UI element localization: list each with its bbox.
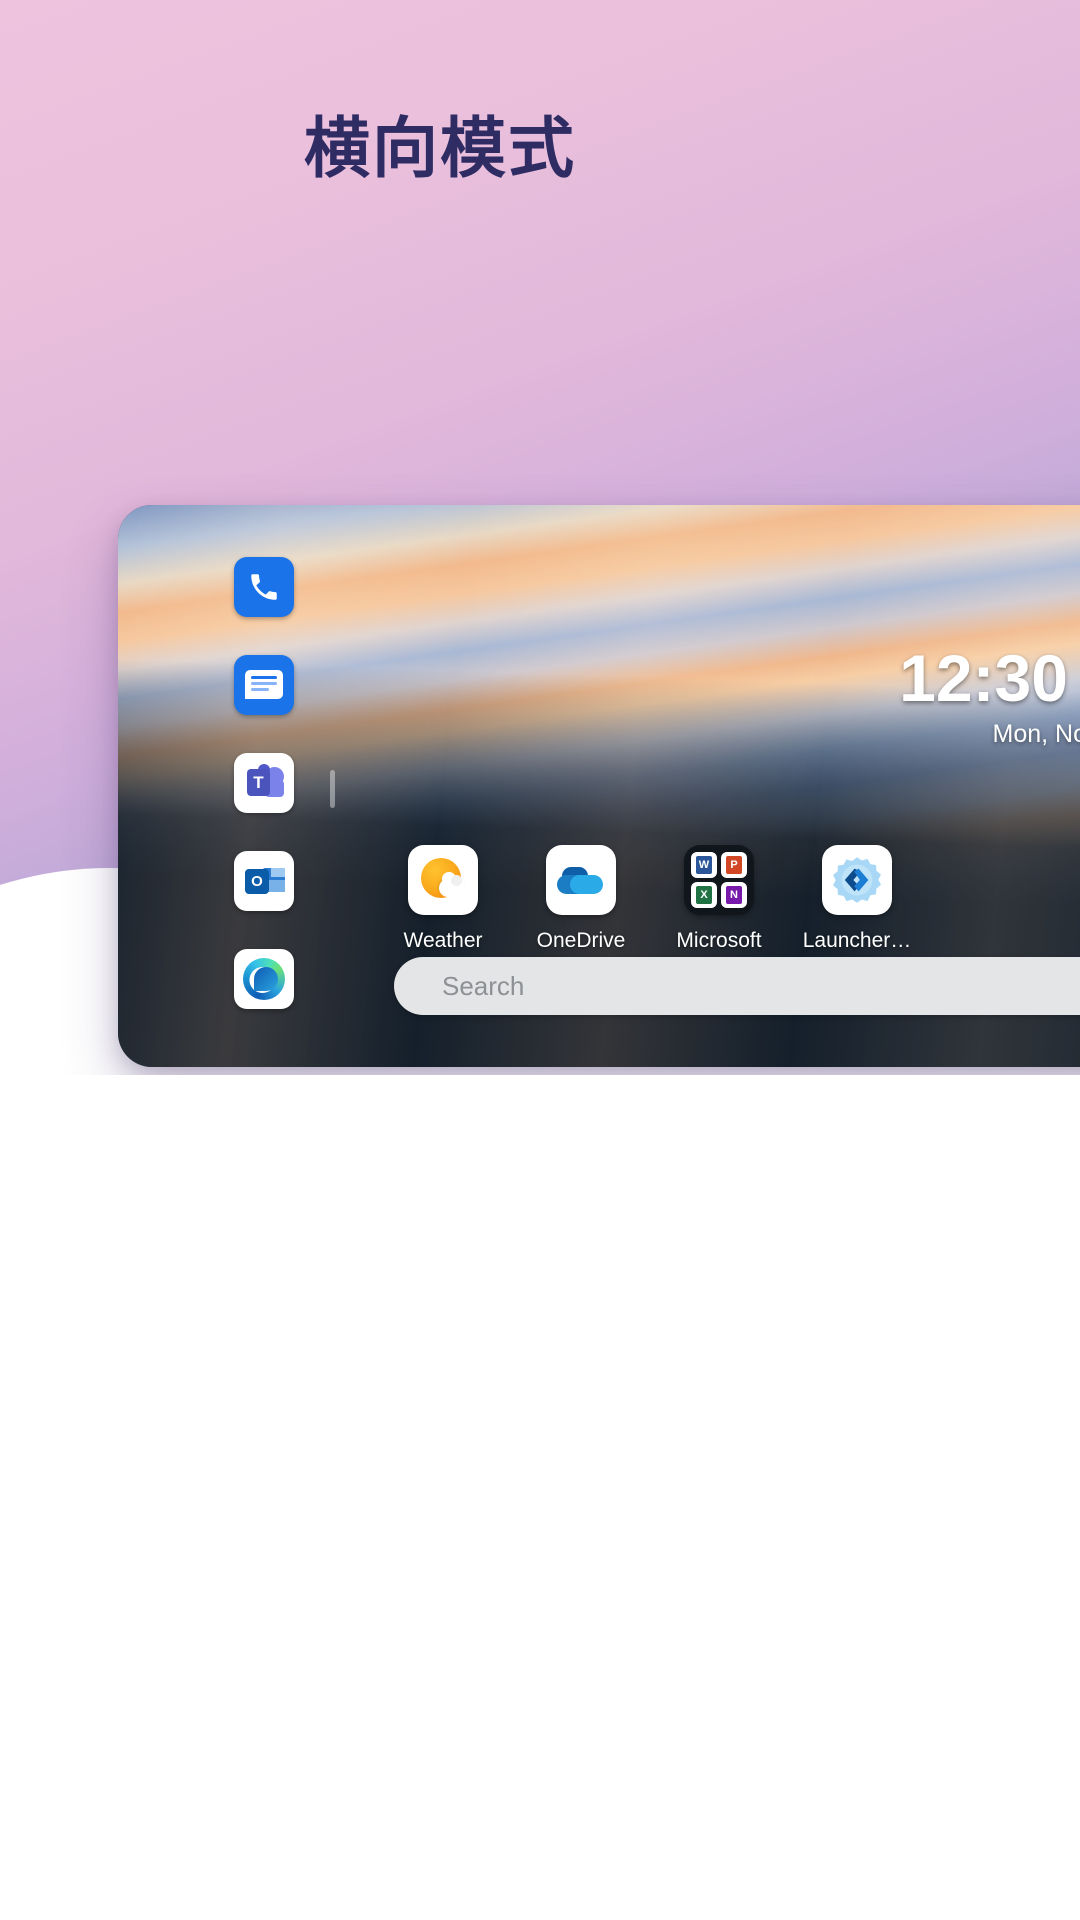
excel-icon: X: [691, 882, 717, 908]
search-placeholder: Search: [442, 970, 525, 1001]
page-title: 横向模式: [304, 111, 576, 185]
app-label: Weather: [403, 929, 483, 952]
clock-weather-widget[interactable]: 12:30 · 7: [618, 645, 1080, 749]
onenote-icon: N: [721, 882, 747, 908]
page-indicator[interactable]: [330, 770, 335, 808]
app-label: Launcher…: [802, 929, 912, 952]
app-dock: T O: [234, 557, 294, 1009]
device-screen: T O 12:30 ·: [118, 505, 1080, 1067]
app-item-onedrive[interactable]: OneDrive: [537, 845, 625, 953]
navigation-bar: [118, 505, 216, 1067]
dock-item-outlook[interactable]: O: [234, 851, 294, 911]
powerpoint-icon: P: [721, 852, 747, 878]
app-item-microsoft[interactable]: W P X N Microsoft: [676, 845, 762, 953]
app-item-launcher-settings[interactable]: Launcher…: [803, 845, 911, 953]
phone-icon: [251, 574, 277, 600]
search-bar[interactable]: Search: [394, 957, 1080, 1015]
app-label: Microsoft: [676, 929, 762, 952]
dock-item-edge[interactable]: [234, 949, 294, 1009]
launcher-settings-icon: [822, 845, 892, 915]
app-label: OneDrive: [536, 929, 626, 952]
clock-subtitle: Mon, Nov 25, Seattle: [992, 720, 1080, 748]
dock-item-phone[interactable]: [234, 557, 294, 617]
onedrive-icon: [546, 845, 616, 915]
microsoft-folder-icon: W P X N: [684, 845, 754, 915]
app-grid-row: Weather OneDrive W P X N Microsoft Launc…: [404, 845, 911, 953]
white-bottom-area: [0, 1075, 1080, 1920]
weather-icon: [408, 845, 478, 915]
word-icon: W: [691, 852, 717, 878]
app-item-weather[interactable]: Weather: [404, 845, 483, 953]
clock-line: 12:30 · 7: [618, 645, 1080, 711]
dock-item-teams[interactable]: T: [234, 753, 294, 813]
page-root: 横向模式 T O 12:30 Mon, N Weather OneDrive W…: [0, 0, 1080, 1920]
clock-time: 12:30: [899, 641, 1068, 715]
dock-item-messages[interactable]: [234, 655, 294, 715]
